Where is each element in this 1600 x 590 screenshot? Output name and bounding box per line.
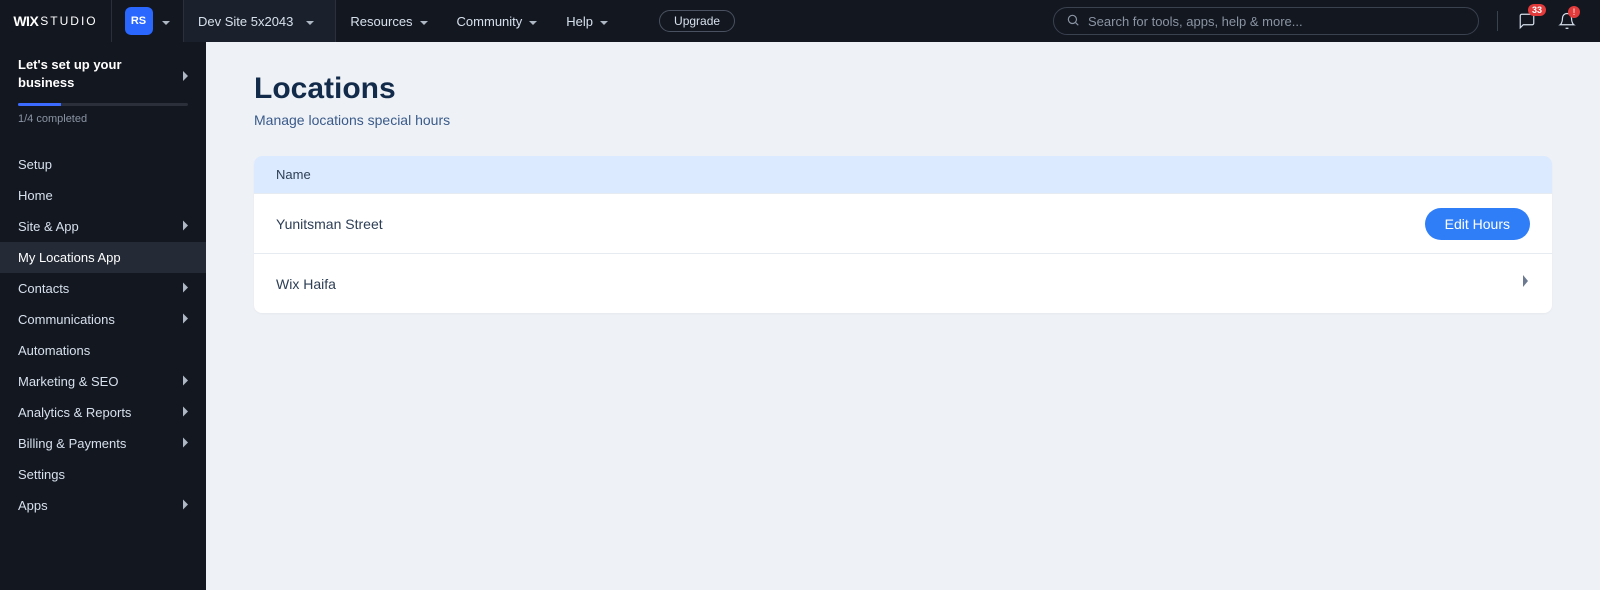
topbar-right: 33 ! <box>1053 7 1600 35</box>
progress-fill <box>18 103 61 106</box>
setup-title-line2: business <box>18 74 188 92</box>
table-row[interactable]: Yunitsman Street Edit Hours <box>254 193 1552 253</box>
search-input[interactable] <box>1088 14 1466 29</box>
sidebar-item-setup[interactable]: Setup <box>0 149 206 180</box>
sidebar-item-apps[interactable]: Apps <box>0 490 206 521</box>
inbox-button[interactable]: 33 <box>1516 10 1538 32</box>
brand-studio-text: STUDIO <box>40 14 97 28</box>
chevron-right-icon <box>182 70 190 85</box>
sidebar-label: Marketing & SEO <box>18 374 118 389</box>
search-box[interactable] <box>1053 7 1479 35</box>
chevron-right-icon <box>182 498 190 513</box>
page-title: Locations <box>254 72 1552 106</box>
sidebar-label: Communications <box>18 312 115 327</box>
sidebar-label: Site & App <box>18 219 79 234</box>
sidebar-label: Settings <box>18 467 65 482</box>
sidebar-label: Contacts <box>18 281 69 296</box>
table-header-name: Name <box>254 156 1552 193</box>
chevron-right-icon <box>1522 274 1530 293</box>
sidebar-label: Setup <box>18 157 52 172</box>
chevron-right-icon <box>182 374 190 389</box>
avatar: RS <box>125 7 153 35</box>
chevron-right-icon <box>182 405 190 420</box>
upgrade-button[interactable]: Upgrade <box>659 10 735 32</box>
sidebar-item-marketing[interactable]: Marketing & SEO <box>0 366 206 397</box>
top-nav: Resources Community Help Upgrade <box>336 10 735 32</box>
sidebar-item-settings[interactable]: Settings <box>0 459 206 490</box>
setup-title-line1: Let's set up your <box>18 56 188 74</box>
chevron-down-icon <box>599 16 609 26</box>
sidebar: Let's set up your business 1/4 completed… <box>0 42 206 590</box>
brand-logo[interactable]: WIX STUDIO <box>0 0 112 42</box>
sidebar-label: Billing & Payments <box>18 436 126 451</box>
sidebar-item-contacts[interactable]: Contacts <box>0 273 206 304</box>
divider <box>1497 11 1498 31</box>
sidebar-label: Apps <box>18 498 48 513</box>
progress-label: 1/4 completed <box>18 113 188 125</box>
site-name: Dev Site 5x2043 <box>198 14 293 29</box>
notifications-alert-badge: ! <box>1568 6 1580 18</box>
chevron-down-icon <box>305 16 315 26</box>
sidebar-item-analytics[interactable]: Analytics & Reports <box>0 397 206 428</box>
chevron-right-icon <box>182 219 190 234</box>
sidebar-label: Analytics & Reports <box>18 405 131 420</box>
chevron-down-icon <box>419 16 429 26</box>
nav-resources-label: Resources <box>350 14 412 29</box>
brand-wix-text: WIX <box>13 13 38 29</box>
edit-hours-button[interactable]: Edit Hours <box>1425 208 1530 240</box>
nav-community-label: Community <box>457 14 523 29</box>
notifications-button[interactable]: ! <box>1556 10 1578 32</box>
sidebar-item-site-app[interactable]: Site & App <box>0 211 206 242</box>
chevron-right-icon <box>182 281 190 296</box>
sidebar-item-home[interactable]: Home <box>0 180 206 211</box>
inbox-badge: 33 <box>1528 4 1546 16</box>
locations-table: Name Yunitsman Street Edit Hours Wix Hai… <box>254 156 1552 313</box>
sidebar-label: Automations <box>18 343 90 358</box>
sidebar-item-communications[interactable]: Communications <box>0 304 206 335</box>
sidebar-item-my-locations[interactable]: My Locations App <box>0 242 206 273</box>
sidebar-item-automations[interactable]: Automations <box>0 335 206 366</box>
nav-resources[interactable]: Resources <box>350 14 428 29</box>
account-switcher[interactable]: RS <box>112 0 184 42</box>
chevron-right-icon <box>182 312 190 327</box>
chevron-down-icon <box>161 16 171 26</box>
sidebar-label: Home <box>18 188 53 203</box>
chevron-right-icon <box>182 436 190 451</box>
location-name: Wix Haifa <box>276 276 336 292</box>
setup-progress-block[interactable]: Let's set up your business 1/4 completed <box>0 42 206 135</box>
sidebar-label: My Locations App <box>18 250 121 265</box>
nav-help[interactable]: Help <box>566 14 609 29</box>
sidebar-item-billing[interactable]: Billing & Payments <box>0 428 206 459</box>
search-icon <box>1066 13 1080 30</box>
nav-help-label: Help <box>566 14 593 29</box>
topbar: WIX STUDIO RS Dev Site 5x2043 Resources … <box>0 0 1600 42</box>
chevron-down-icon <box>528 16 538 26</box>
nav-community[interactable]: Community <box>457 14 539 29</box>
location-name: Yunitsman Street <box>276 216 383 232</box>
site-switcher[interactable]: Dev Site 5x2043 <box>184 0 336 42</box>
table-row[interactable]: Wix Haifa <box>254 253 1552 313</box>
main-content: Locations Manage locations special hours… <box>206 42 1600 590</box>
progress-bar <box>18 103 188 106</box>
page-subtitle: Manage locations special hours <box>254 112 1552 128</box>
